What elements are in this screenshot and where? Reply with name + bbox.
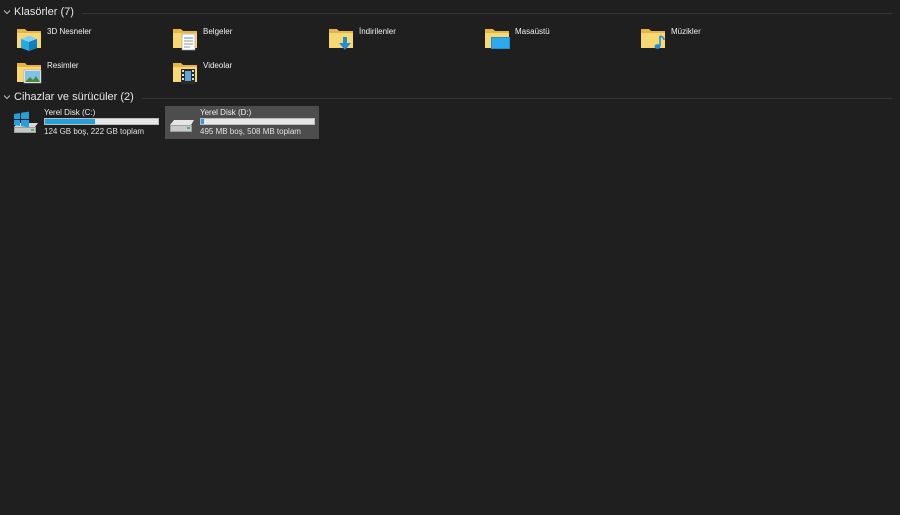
pictures-folder-icon (17, 63, 42, 84)
folders-section-title: Klasörler (7) (14, 6, 74, 18)
folder-tile-pictures[interactable]: Resimler (13, 58, 161, 90)
drive-info: 495 MB boş, 508 MB toplam (200, 127, 301, 136)
drive-label: Yerel Disk (D:) (200, 108, 252, 117)
drive-usage-fill (201, 119, 205, 124)
downloads-folder-icon (329, 29, 353, 50)
folder-label: Resimler (47, 61, 79, 70)
folder-label: Videolar (203, 61, 233, 70)
folder-label: Belgeler (203, 27, 233, 36)
3d-objects-folder-icon (17, 29, 41, 51)
chevron-down-icon[interactable] (3, 93, 11, 101)
folder-tile-videos[interactable]: Videolar (169, 58, 317, 90)
drive-info: 124 GB boş, 222 GB toplam (44, 127, 145, 136)
drives-section-title: Cihazlar ve sürücüler (2) (14, 91, 134, 103)
folder-label: Müzikler (671, 27, 701, 36)
hard-drive-icon (170, 120, 194, 132)
drive-usage-bar (200, 118, 315, 125)
folder-tile-documents[interactable]: Belgeler (169, 24, 317, 56)
folder-tile-music[interactable]: Müzikler (637, 24, 785, 56)
folders-section-header[interactable]: Klasörler (7) (0, 4, 900, 20)
drive-usage-fill (45, 119, 95, 124)
folder-tile-3d-objects[interactable]: 3D Nesneler (13, 24, 161, 56)
music-folder-icon (641, 29, 665, 49)
desktop-folder-icon (485, 29, 510, 49)
section-divider (81, 12, 892, 14)
folder-tile-desktop[interactable]: Masaüstü (481, 24, 629, 56)
drive-label: Yerel Disk (C:) (44, 108, 96, 117)
drives-section-header[interactable]: Cihazlar ve sürücüler (2) (0, 89, 900, 105)
documents-folder-icon (173, 29, 197, 51)
drive-usage-bar (44, 118, 159, 125)
section-divider (141, 97, 892, 99)
drive-tile-d[interactable]: Yerel Disk (D:) 495 MB boş, 508 MB topla… (165, 106, 319, 139)
drive-tile-c[interactable]: Yerel Disk (C:) 124 GB boş, 222 GB topla… (9, 106, 163, 139)
videos-folder-icon (173, 63, 197, 84)
folder-label: İndirilenler (359, 27, 396, 36)
windows-drive-icon (14, 111, 38, 133)
folder-label: 3D Nesneler (47, 27, 92, 36)
folder-tile-downloads[interactable]: İndirilenler (325, 24, 473, 56)
chevron-down-icon[interactable] (3, 8, 11, 16)
folder-label: Masaüstü (515, 27, 550, 36)
